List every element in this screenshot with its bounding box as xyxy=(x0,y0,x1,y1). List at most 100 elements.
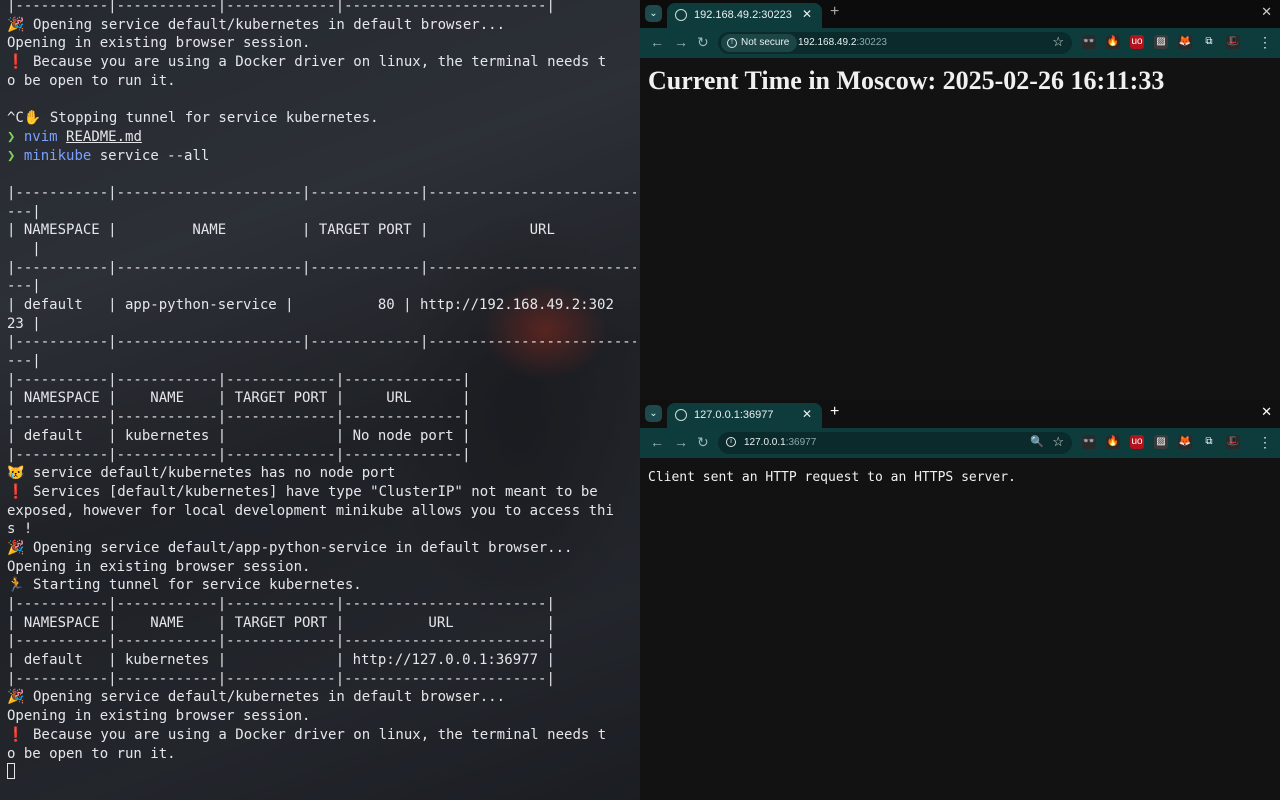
back-arrow-icon[interactable]: ← xyxy=(650,34,664,50)
site-info-icon[interactable]: i xyxy=(726,437,736,447)
terminal-line: 🎉 Opening service default/kubernetes in d… xyxy=(7,688,636,707)
command-args: README.md xyxy=(66,128,142,145)
profile-avatar-icon[interactable]: 🎩 xyxy=(1226,435,1240,449)
metamask-fox-icon[interactable]: 🦊 xyxy=(1178,435,1192,449)
new-tab-plus-icon[interactable]: + xyxy=(830,3,839,21)
back-arrow-icon[interactable]: ← xyxy=(650,434,664,450)
bookmark-star-icon[interactable]: ☆ xyxy=(1052,434,1064,450)
address-bar[interactable]: ! Not secure 192.168.49.2:30223 ☆ xyxy=(718,32,1072,54)
tab-close-icon[interactable]: ✕ xyxy=(802,407,812,421)
terminal-line: Opening in existing browser session. xyxy=(7,34,636,53)
browser-window-bottom: ⌄ 127.0.0.1:36977 ✕ + ✕ ← → ↻ i 127.0.0.… xyxy=(640,400,1280,800)
forward-arrow-icon[interactable]: → xyxy=(674,34,688,50)
terminal-text: ---| xyxy=(7,203,41,220)
tab-search-chevron-icon[interactable]: ⌄ xyxy=(645,5,662,22)
puzzle-extensions-icon[interactable]: ⧉ xyxy=(1202,35,1216,49)
fire-icon[interactable]: 🔥 xyxy=(1106,35,1120,49)
incognito-glasses-icon[interactable]: 👓 xyxy=(1082,435,1096,449)
terminal-line: | default | kubernetes | | No node port … xyxy=(7,427,636,446)
puzzle-extensions-icon[interactable]: ⧉ xyxy=(1202,435,1216,449)
forward-arrow-icon[interactable]: → xyxy=(674,434,688,450)
address-bar[interactable]: i 127.0.0.1:36977 🔍 ☆ xyxy=(718,432,1072,454)
metamask-fox-icon[interactable]: 🦊 xyxy=(1178,35,1192,49)
terminal-line: | xyxy=(7,240,636,259)
extensions-bar: 👓 🔥 uo ▨ 🦊 ⧉ 🎩 xyxy=(1082,435,1250,453)
ctrl-c-prefix: ^C xyxy=(7,110,24,127)
command-args: service --all xyxy=(99,147,210,164)
url-text: 192.168.49.2:30223 xyxy=(798,37,887,48)
incognito-glasses-icon[interactable]: 👓 xyxy=(1082,35,1096,49)
terminal-line: o be open to run it. xyxy=(7,745,636,764)
ublock-icon[interactable]: uo xyxy=(1130,435,1144,449)
terminal-line xyxy=(7,763,636,782)
terminal-line: ❗ Services [default/kubernetes] have type… xyxy=(7,483,636,502)
terminal-line: |-----------|----------------------|----… xyxy=(7,184,636,203)
terminal-line: s ! xyxy=(7,520,636,539)
tab-title: 192.168.49.2:30223 xyxy=(694,9,792,21)
browser-window-top: ⌄ 192.168.49.2:30223 ✕ + ✕ ← → ↻ ! Not s… xyxy=(640,0,1280,400)
terminal-text: Opening service default/kubernetes in de… xyxy=(33,689,506,706)
terminal-line: |-----------|------------|-------------|… xyxy=(7,408,636,427)
security-label: Not secure xyxy=(741,37,790,48)
terminal-text: |-----------|----------------------|----… xyxy=(7,334,636,351)
hand-icon: ✋ xyxy=(23,110,42,127)
terminal-text: | NAMESPACE | NAME | TARGET PORT | URL | xyxy=(7,390,471,407)
stripes-icon[interactable]: ▨ xyxy=(1154,35,1168,49)
browser-toolbar: ← → ↻ ! Not secure 192.168.49.2:30223 ☆ … xyxy=(640,28,1280,58)
terminal-line: exposed, however for local development m… xyxy=(7,502,636,521)
warn-icon: ❗ xyxy=(7,54,25,71)
terminal-text: | NAMESPACE | NAME | TARGET PORT | URL xyxy=(7,222,555,239)
kebab-menu-icon[interactable]: ⋮ xyxy=(1258,34,1272,51)
not-secure-chip[interactable]: ! Not secure xyxy=(721,34,798,52)
terminal-text: o be open to run it. xyxy=(7,72,176,89)
terminal-window[interactable]: |-----------|------------|-------------|… xyxy=(0,0,640,800)
kebab-menu-icon[interactable]: ⋮ xyxy=(1258,434,1272,451)
ublock-icon[interactable]: uo xyxy=(1130,35,1144,49)
window-close-icon[interactable]: ✕ xyxy=(1261,404,1272,420)
window-close-icon[interactable]: ✕ xyxy=(1261,4,1272,20)
reload-icon[interactable]: ↻ xyxy=(697,34,709,51)
tab-active[interactable]: 192.168.49.2:30223 ✕ xyxy=(667,3,822,28)
reload-icon[interactable]: ↻ xyxy=(697,434,709,451)
terminal-line: 😿 service default/kubernetes has no node … xyxy=(7,464,636,483)
warning-icon: ! xyxy=(727,38,737,48)
new-tab-plus-icon[interactable]: + xyxy=(830,403,839,421)
terminal-text: |-----------|------------|-------------|… xyxy=(7,633,555,650)
profile-avatar-icon[interactable]: 🎩 xyxy=(1226,35,1240,49)
fire-icon[interactable]: 🔥 xyxy=(1106,435,1120,449)
terminal-line: | NAMESPACE | NAME | TARGET PORT | URL | xyxy=(7,614,636,633)
terminal-text: | default | kubernetes | | No node port … xyxy=(7,427,471,444)
terminal-line: |-----------|----------------------|----… xyxy=(7,333,636,352)
terminal-text: |-----------|----------------------|----… xyxy=(7,259,636,276)
browser-toolbar: ← → ↻ i 127.0.0.1:36977 🔍 ☆ 👓 🔥 uo ▨ 🦊 ⧉ 🎩 ⋮ xyxy=(640,428,1280,458)
terminal-text: Opening service default/app-python-servi… xyxy=(33,539,573,556)
zoom-magnifier-icon[interactable]: 🔍 xyxy=(1030,435,1044,448)
terminal-line: 🎉 Opening service default/kubernetes in d… xyxy=(7,16,636,35)
terminal-text: Opening in existing browser session. xyxy=(7,558,311,575)
cat-icon: 😿 xyxy=(7,465,25,482)
terminal-text: Because you are using a Docker driver on… xyxy=(33,726,607,743)
terminal-text: |-----------|------------|-------------|… xyxy=(7,409,471,426)
prompt-chevron-icon: ❯ xyxy=(7,147,16,164)
terminal-text: 23 | xyxy=(7,315,41,332)
bookmark-star-icon[interactable]: ☆ xyxy=(1052,34,1064,50)
page-body-text: Client sent an HTTP request to an HTTPS … xyxy=(648,470,1016,485)
terminal-text: Starting tunnel for service kubernetes. xyxy=(33,577,362,594)
tab-close-icon[interactable]: ✕ xyxy=(802,7,812,21)
tab-strip: ⌄ 192.168.49.2:30223 ✕ + ✕ xyxy=(640,0,1280,28)
terminal-line: |-----------|----------------------|----… xyxy=(7,259,636,278)
terminal-line: | NAMESPACE | NAME | TARGET PORT | URL | xyxy=(7,389,636,408)
terminal-line: ❗ Because you are using a Docker driver o… xyxy=(7,53,636,72)
tab-search-chevron-icon[interactable]: ⌄ xyxy=(645,405,662,422)
terminal-line: ❯ nvim README.md xyxy=(7,128,636,147)
tab-active[interactable]: 127.0.0.1:36977 ✕ xyxy=(667,403,822,428)
globe-icon xyxy=(675,9,687,21)
terminal-line: Opening in existing browser session. xyxy=(7,558,636,577)
terminal-cursor xyxy=(7,763,15,780)
terminal-line: |-----------|------------|-------------|… xyxy=(7,595,636,614)
terminal-line: |-----------|------------|-------------|… xyxy=(7,371,636,390)
terminal-output: |-----------|------------|-------------|… xyxy=(7,0,636,782)
stripes-icon[interactable]: ▨ xyxy=(1154,435,1168,449)
terminal-line: ---| xyxy=(7,277,636,296)
